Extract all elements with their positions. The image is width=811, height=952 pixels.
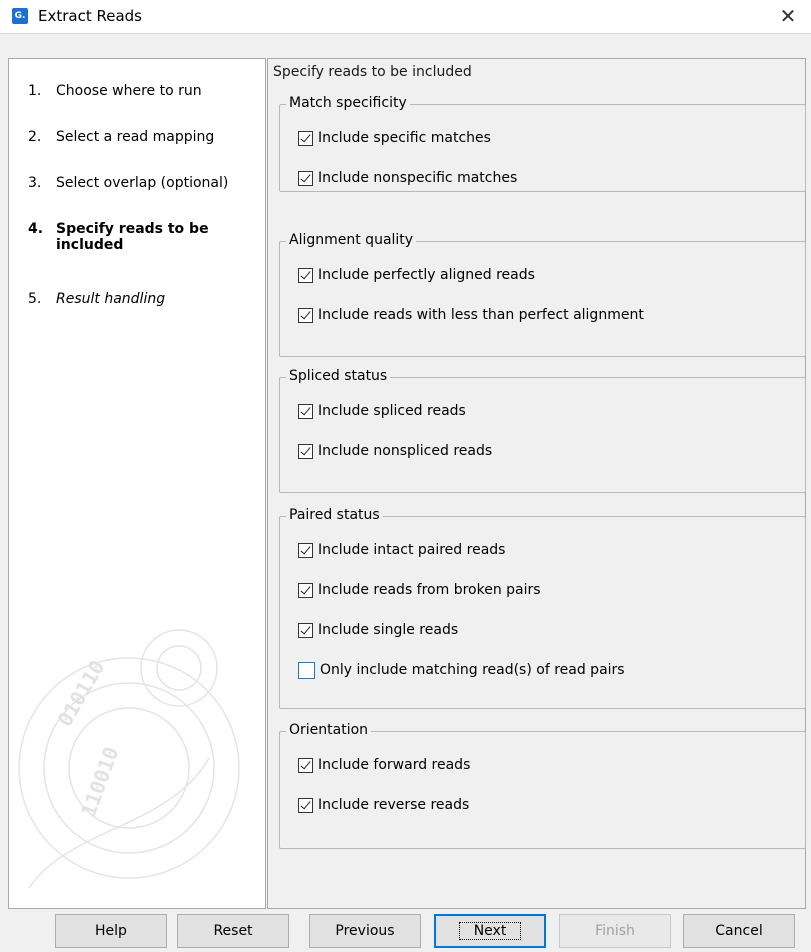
checkbox[interactable] [298, 170, 313, 186]
include-nonspecific-matches-option[interactable]: Include nonspecific matches [298, 168, 517, 188]
step-label: Result handling [56, 291, 166, 307]
step-5: 5. Result handling [28, 291, 165, 307]
option-label: Include forward reads [318, 757, 471, 773]
checkbox[interactable] [298, 757, 313, 773]
step-number: 5. [28, 291, 42, 307]
checkbox[interactable] [298, 130, 313, 146]
checkbox[interactable] [298, 582, 313, 598]
option-label: Include nonspliced reads [318, 443, 493, 459]
include-perfectly-aligned-option[interactable]: Include perfectly aligned reads [298, 265, 535, 285]
previous-button[interactable]: Previous [309, 914, 421, 948]
step-3: 3. Select overlap (optional) [28, 175, 228, 191]
wizard-steps-panel: 1. Choose where to run 2. Select a read ma… [8, 58, 266, 909]
only-matching-reads-option[interactable]: Only include matching read(s) of read pa… [298, 660, 625, 680]
step-number: 2. [28, 129, 42, 145]
group-title: Paired status [286, 507, 383, 523]
checkbox[interactable] [298, 403, 313, 419]
reset-button[interactable]: Reset [177, 914, 289, 948]
svg-text:110010: 110010 [76, 744, 123, 820]
option-label: Include nonspecific matches [318, 170, 518, 186]
option-label: Only include matching read(s) of read pa… [320, 662, 625, 678]
option-label: Include perfectly aligned reads [318, 267, 535, 283]
svg-text:010110: 010110 [53, 656, 110, 731]
step-label: Specify reads to be included [56, 221, 209, 253]
title-bar: G. Extract Reads ✕ [0, 0, 811, 34]
step-label: Choose where to run [56, 83, 202, 99]
group-title: Match specificity [286, 95, 410, 111]
step-label: Select a read mapping [56, 129, 215, 145]
group-title: Orientation [286, 722, 372, 738]
include-spliced-reads-option[interactable]: Include spliced reads [298, 401, 466, 421]
next-button-label: Next [458, 922, 522, 940]
include-nonspliced-reads-option[interactable]: Include nonspliced reads [298, 441, 492, 461]
decorative-swirl-watermark: 010110 110010 [18, 629, 240, 889]
include-single-reads-option[interactable]: Include single reads [298, 620, 458, 640]
orientation-group: Orientation Include forward reads Includ… [279, 722, 806, 849]
include-forward-reads-option[interactable]: Include forward reads [298, 755, 470, 775]
step-number: 3. [28, 175, 42, 191]
cancel-button[interactable]: Cancel [683, 914, 795, 948]
include-reverse-reads-option[interactable]: Include reverse reads [298, 795, 469, 815]
option-label: Include spliced reads [318, 403, 466, 419]
checkbox[interactable] [298, 267, 313, 283]
help-button[interactable]: Help [55, 914, 167, 948]
option-label: Include reverse reads [318, 797, 470, 813]
group-title: Spliced status [286, 368, 391, 384]
include-imperfect-alignment-option[interactable]: Include reads with less than perfect ali… [298, 305, 644, 325]
window-title: Extract Reads [38, 7, 142, 25]
checkbox[interactable] [298, 661, 315, 679]
step-number: 1. [28, 83, 42, 99]
step-number: 4. [28, 221, 44, 237]
next-button[interactable]: Next [434, 914, 546, 948]
close-button[interactable]: ✕ [765, 0, 811, 33]
include-broken-pairs-option[interactable]: Include reads from broken pairs [298, 580, 541, 600]
checkbox[interactable] [298, 443, 313, 459]
step-4-current: 4. Specify reads to be included [28, 221, 236, 253]
checkbox[interactable] [298, 797, 313, 813]
checkbox[interactable] [298, 307, 313, 323]
option-label: Include reads from broken pairs [318, 582, 541, 598]
dialog-button-bar: Help Reset Previous Next Finish Cancel [0, 914, 811, 950]
option-label: Include reads with less than perfect ali… [318, 307, 644, 323]
option-label: Include intact paired reads [318, 542, 506, 558]
finish-button: Finish [559, 914, 671, 948]
checkbox[interactable] [298, 542, 313, 558]
step-1: 1. Choose where to run [28, 83, 202, 99]
checkbox[interactable] [298, 622, 313, 638]
match-specificity-group: Match specificity Include specific match… [279, 95, 806, 192]
app-logo-icon: G. [12, 8, 28, 24]
alignment-quality-group: Alignment quality Include perfectly alig… [279, 232, 806, 357]
option-label: Include specific matches [318, 130, 491, 146]
step-label: Select overlap (optional) [56, 175, 229, 191]
options-panel: Specify reads to be included Match speci… [267, 58, 806, 909]
include-specific-matches-option[interactable]: Include specific matches [298, 128, 491, 148]
paired-status-group: Paired status Include intact paired read… [279, 507, 806, 709]
include-intact-paired-option[interactable]: Include intact paired reads [298, 540, 505, 560]
step-2: 2. Select a read mapping [28, 129, 214, 145]
option-label: Include single reads [318, 622, 459, 638]
panel-heading: Specify reads to be included [273, 64, 472, 80]
group-title: Alignment quality [286, 232, 417, 248]
spliced-status-group: Spliced status Include spliced reads Inc… [279, 368, 806, 493]
